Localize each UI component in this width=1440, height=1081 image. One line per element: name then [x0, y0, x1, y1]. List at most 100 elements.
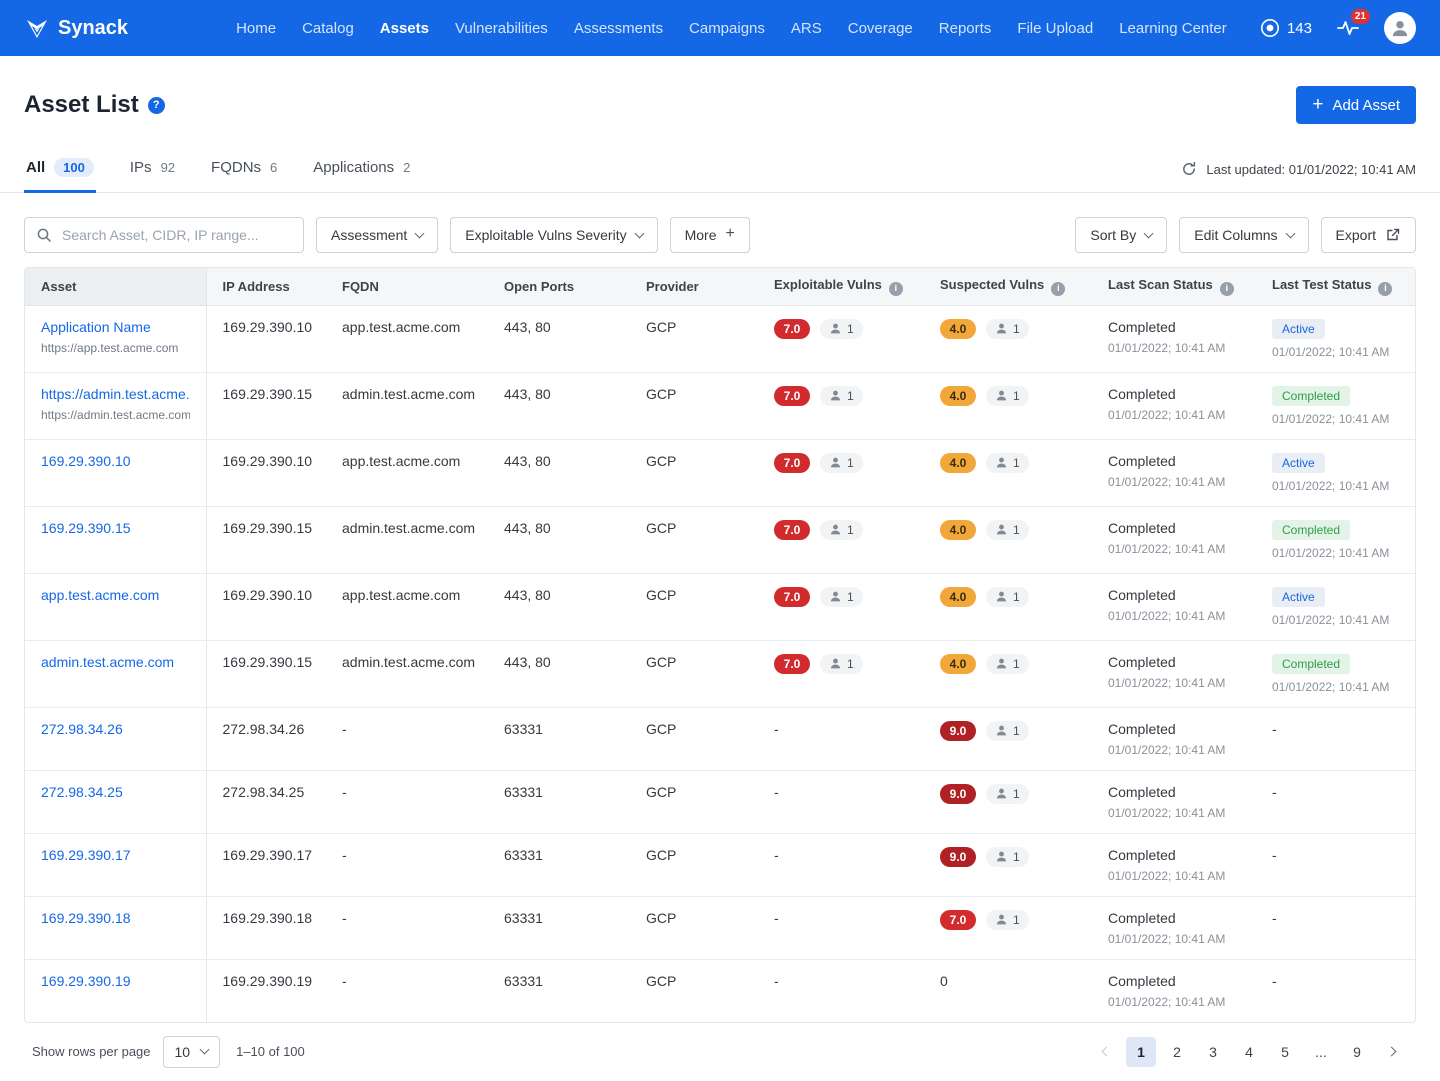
page-button-5[interactable]: 5	[1270, 1037, 1300, 1067]
table-row: Application Namehttps://app.test.acme.co…	[25, 305, 1415, 372]
provider-cell: GCP	[630, 959, 758, 1022]
next-page-button[interactable]	[1378, 1037, 1408, 1067]
page-button-2[interactable]: 2	[1162, 1037, 1192, 1067]
nav-item-catalog[interactable]: Catalog	[302, 20, 354, 37]
tab-label: IPs	[130, 159, 152, 176]
count-value: 1	[1013, 913, 1020, 927]
exploitable-vulns-cell: 7.01	[758, 506, 924, 573]
page-button-1[interactable]: 1	[1126, 1037, 1156, 1067]
tab-count-badge: 2	[403, 160, 410, 175]
page-button-3[interactable]: 3	[1198, 1037, 1228, 1067]
count-value: 1	[847, 456, 854, 470]
tab-all[interactable]: All100	[24, 148, 96, 193]
tab-ips[interactable]: IPs92	[128, 148, 177, 193]
asset-link[interactable]: 169.29.390.18	[41, 910, 190, 926]
previous-page-button[interactable]	[1090, 1037, 1120, 1067]
add-asset-button[interactable]: + Add Asset	[1296, 86, 1416, 124]
scan-status-text: Completed	[1108, 453, 1240, 469]
person-icon	[995, 850, 1008, 863]
asset-link[interactable]: admin.test.acme.com	[41, 654, 190, 670]
assessment-dropdown[interactable]: Assessment	[316, 217, 438, 253]
nav-item-home[interactable]: Home	[236, 20, 276, 37]
last-scan-status-cell: Completed01/01/2022; 10:41 AM	[1092, 573, 1256, 640]
tab-count-badge: 100	[54, 158, 94, 177]
nav-item-campaigns[interactable]: Campaigns	[689, 20, 765, 37]
info-icon[interactable]: i	[889, 282, 903, 296]
ip-address-cell: 169.29.390.15	[206, 372, 326, 439]
synack-logo[interactable]: Synack	[24, 16, 128, 40]
exploitable-vulns-cell: -	[758, 707, 924, 770]
column-header-last-scan-status: Last Scan Statusi	[1092, 268, 1256, 305]
notification-badge: 21	[1351, 9, 1370, 24]
ip-address-cell: 272.98.34.25	[206, 770, 326, 833]
synack-logo-icon	[24, 16, 50, 40]
nav-item-learning-center[interactable]: Learning Center	[1119, 20, 1227, 37]
page-button-9[interactable]: 9	[1342, 1037, 1372, 1067]
tab-fqdns[interactable]: FQDNs6	[209, 148, 279, 193]
ip-address-cell: 272.98.34.26	[206, 707, 326, 770]
notifications-button[interactable]: 21	[1336, 18, 1360, 38]
rows-per-page-select[interactable]: 10	[163, 1036, 221, 1068]
nav-item-reports[interactable]: Reports	[939, 20, 992, 37]
tab-label: FQDNs	[211, 159, 261, 176]
edit-columns-dropdown[interactable]: Edit Columns	[1179, 217, 1308, 253]
info-icon[interactable]: i	[1220, 282, 1234, 296]
asset-link[interactable]: 169.29.390.19	[41, 973, 190, 989]
info-icon[interactable]: i	[1051, 282, 1065, 296]
table-row: admin.test.acme.com169.29.390.15admin.te…	[25, 640, 1415, 707]
chevron-down-icon	[415, 228, 425, 238]
open-ports-cell: 63331	[488, 896, 630, 959]
nav-item-file-upload[interactable]: File Upload	[1017, 20, 1093, 37]
column-header-exploitable-vulns: Exploitable Vulnsi	[758, 268, 924, 305]
page-button-4[interactable]: 4	[1234, 1037, 1264, 1067]
severity-badge: 4.0	[940, 453, 976, 473]
export-button[interactable]: Export	[1321, 217, 1416, 253]
last-test-status-cell: -	[1256, 959, 1415, 1022]
scan-status-text: Completed	[1108, 587, 1240, 603]
asset-link[interactable]: 169.29.390.15	[41, 520, 190, 536]
add-asset-label: Add Asset	[1332, 97, 1400, 114]
test-date: 01/01/2022; 10:41 AM	[1272, 613, 1399, 627]
chevron-down-icon	[1144, 228, 1154, 238]
fqdn-cell: -	[326, 707, 488, 770]
info-icon[interactable]: i	[1378, 282, 1392, 296]
severity-badge: 7.0	[774, 386, 810, 406]
asset-link[interactable]: 169.29.390.10	[41, 453, 190, 469]
test-status-badge: Completed	[1272, 654, 1350, 674]
tab-applications[interactable]: Applications2	[311, 148, 412, 193]
last-test-status-cell: -	[1256, 833, 1415, 896]
asset-cell: https://admin.test.acme..https://admin.t…	[25, 372, 206, 439]
researcher-count: 1	[986, 520, 1029, 540]
person-icon	[995, 590, 1008, 603]
avatar[interactable]	[1384, 12, 1416, 44]
fqdn-cell: admin.test.acme.com	[326, 640, 488, 707]
refresh-icon[interactable]	[1181, 161, 1197, 177]
nav-item-ars[interactable]: ARS	[791, 20, 822, 37]
credits-indicator[interactable]: 143	[1260, 18, 1312, 38]
exploitable-vulns-cell: -	[758, 896, 924, 959]
asset-link[interactable]: 272.98.34.25	[41, 784, 190, 800]
asset-cell: 169.29.390.17	[25, 833, 206, 896]
researcher-count: 1	[986, 319, 1029, 339]
asset-link[interactable]: Application Name	[41, 319, 190, 335]
asset-link[interactable]: 272.98.34.26	[41, 721, 190, 737]
open-ports-cell: 63331	[488, 770, 630, 833]
person-icon	[995, 913, 1008, 926]
nav-item-vulnerabilities[interactable]: Vulnerabilities	[455, 20, 548, 37]
column-label: Suspected Vulns	[940, 277, 1044, 292]
nav-item-assets[interactable]: Assets	[380, 20, 429, 37]
severity-dropdown[interactable]: Exploitable Vulns Severity	[450, 217, 657, 253]
sort-by-dropdown[interactable]: Sort By	[1075, 217, 1167, 253]
scan-date: 01/01/2022; 10:41 AM	[1108, 408, 1240, 422]
more-filters-button[interactable]: More +	[670, 217, 750, 253]
asset-link[interactable]: 169.29.390.17	[41, 847, 190, 863]
more-label: More	[685, 227, 717, 243]
nav-item-assessments[interactable]: Assessments	[574, 20, 663, 37]
sort-by-label: Sort By	[1090, 227, 1136, 243]
asset-link[interactable]: https://admin.test.acme..	[41, 386, 190, 402]
asset-link[interactable]: app.test.acme.com	[41, 587, 190, 603]
column-header-open-ports: Open Ports	[488, 268, 630, 305]
search-input[interactable]	[24, 217, 304, 253]
help-icon[interactable]: ?	[148, 97, 165, 114]
nav-item-coverage[interactable]: Coverage	[848, 20, 913, 37]
